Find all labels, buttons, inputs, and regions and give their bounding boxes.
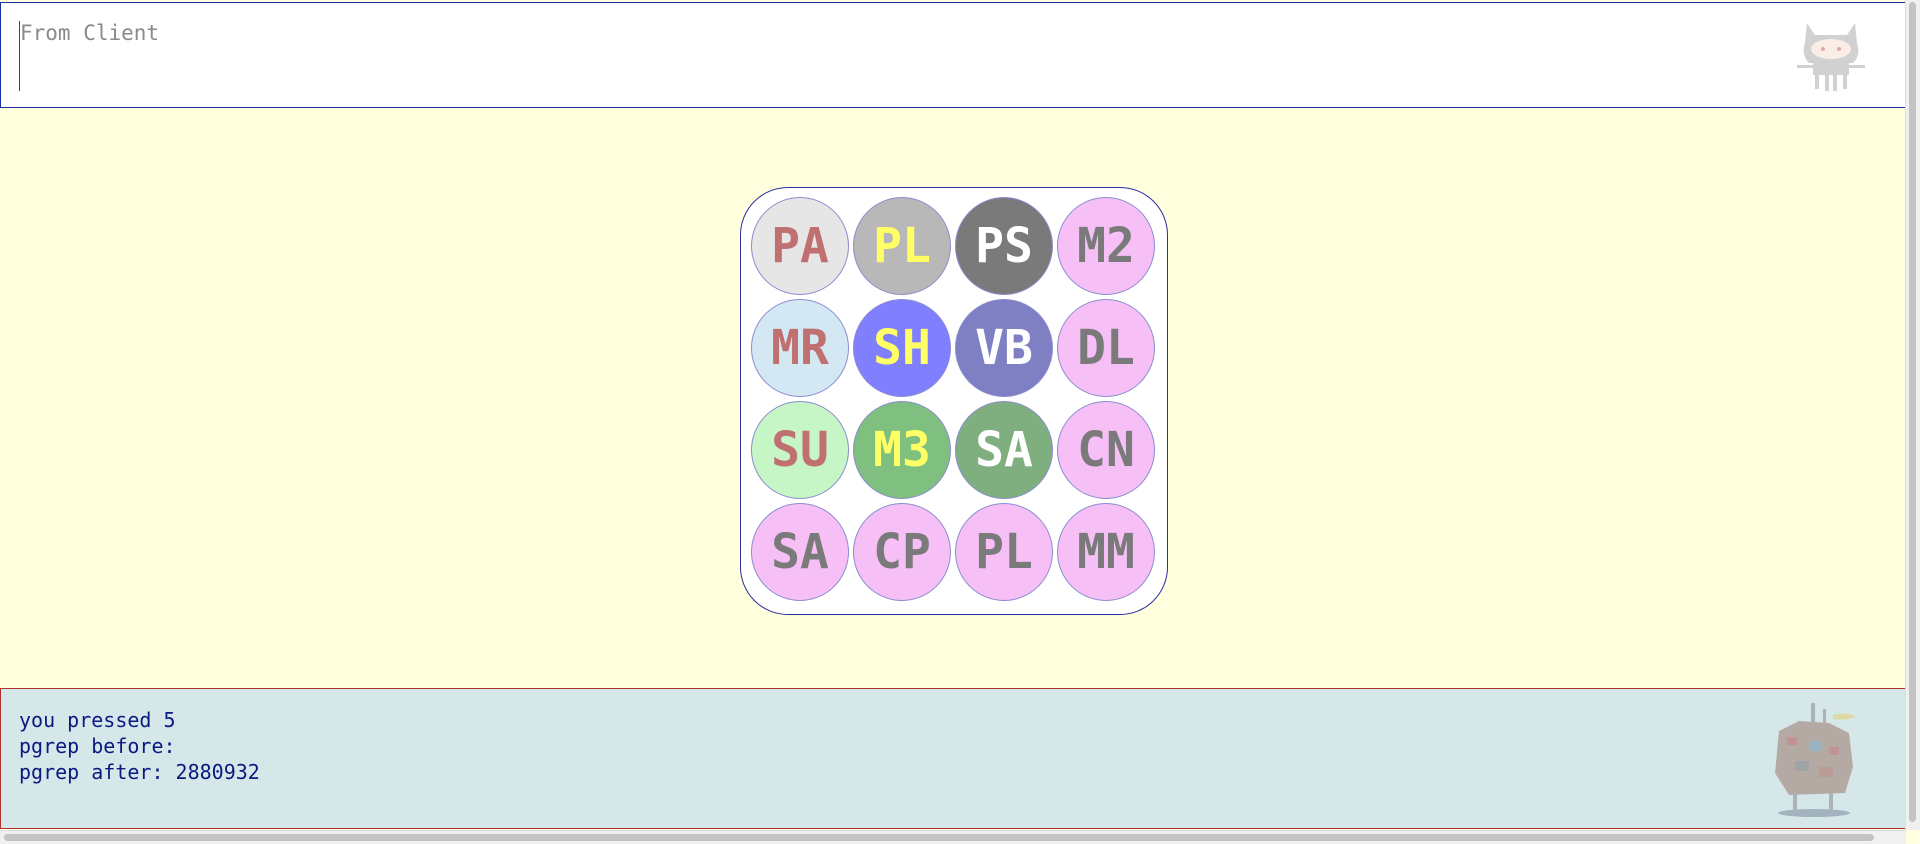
main-area: PA PL PS M2 MR SH VB DL SU M3 SA CN SA CP PL MM: [0, 108, 1906, 688]
grid-button-pa[interactable]: PA: [751, 197, 849, 295]
from-client-input[interactable]: [19, 21, 1780, 91]
grid-button-m2[interactable]: M2: [1057, 197, 1155, 295]
grid-button-sa[interactable]: SA: [751, 503, 849, 601]
grid-button-pl[interactable]: PL: [955, 503, 1053, 601]
octocat-icon: [1797, 23, 1865, 91]
grid-button-cn[interactable]: CN: [1057, 401, 1155, 499]
grid-button-sa[interactable]: SA: [955, 401, 1053, 499]
grid-button-vb[interactable]: VB: [955, 299, 1053, 397]
castle-icon: [1775, 703, 1855, 817]
horizontal-scrollbar[interactable]: [0, 830, 1906, 844]
grid-button-pl[interactable]: PL: [853, 197, 951, 295]
horizontal-scroll-thumb[interactable]: [4, 834, 1874, 841]
output-line: you pressed 5: [19, 708, 176, 732]
grid-button-mr[interactable]: MR: [751, 299, 849, 397]
output-panel: you pressed 5 pgrep before: pgrep after:…: [0, 688, 1906, 829]
client-input-panel: [0, 2, 1906, 108]
output-line: pgrep after: 2880932: [19, 760, 260, 784]
output-line: pgrep before:: [19, 734, 176, 758]
grid-button-ps[interactable]: PS: [955, 197, 1053, 295]
grid-button-dl[interactable]: DL: [1057, 299, 1155, 397]
grid-button-m3[interactable]: M3: [853, 401, 951, 499]
grid-button-su[interactable]: SU: [751, 401, 849, 499]
grid-button-cp[interactable]: CP: [853, 503, 951, 601]
button-grid: PA PL PS M2 MR SH VB DL SU M3 SA CN SA CP PL MM: [740, 187, 1168, 615]
grid-button-sh[interactable]: SH: [853, 299, 951, 397]
vertical-scrollbar[interactable]: [1905, 0, 1920, 830]
grid-button-mm[interactable]: MM: [1057, 503, 1155, 601]
vertical-scroll-thumb[interactable]: [1909, 2, 1916, 822]
